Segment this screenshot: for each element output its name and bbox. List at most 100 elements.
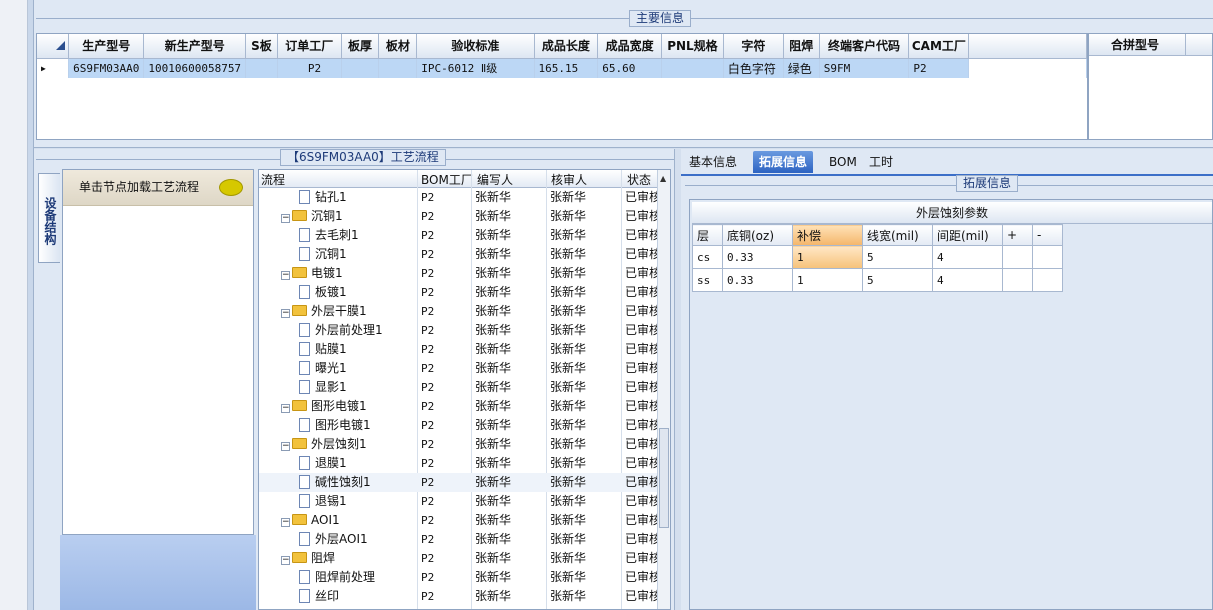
- etch-param-grid[interactable]: 层 底铜(oz) 补偿 线宽(mil) 间距(mil) + - cs 0.33 …: [692, 224, 1063, 292]
- tree-cell-status[interactable]: 已审核: [625, 473, 659, 492]
- tree-row[interactable]: − 外层干膜1 P2 张新华 张新华 已审核: [259, 302, 659, 321]
- column-header[interactable]: 合拼型号: [1089, 34, 1212, 56]
- column-header[interactable]: 状态: [627, 171, 651, 188]
- table-cell[interactable]: P2: [908, 58, 970, 78]
- tree-cell-reviewer[interactable]: 张新华: [550, 435, 620, 454]
- tree-cell-status[interactable]: 已审核: [625, 283, 659, 302]
- collapse-icon[interactable]: −: [281, 214, 290, 223]
- tree-cell-status[interactable]: 已审核: [625, 530, 659, 549]
- table-cell[interactable]: 0.33: [722, 245, 793, 269]
- tree-node[interactable]: 退锡1: [299, 492, 417, 511]
- table-cell[interactable]: [1002, 268, 1033, 292]
- tree-cell-reviewer[interactable]: 张新华: [550, 226, 620, 245]
- tree-cell-reviewer[interactable]: 张新华: [550, 416, 620, 435]
- tree-cell-reviewer[interactable]: 张新华: [550, 321, 620, 340]
- column-header[interactable]: 板材: [378, 34, 418, 59]
- tree-cell-bom[interactable]: P2: [421, 378, 471, 397]
- tree-cell-bom[interactable]: P2: [421, 530, 471, 549]
- tree-node[interactable]: 碱性蚀刻1: [299, 473, 417, 492]
- tree-row[interactable]: 外层AOI1 P2 张新华 张新华 已审核: [259, 530, 659, 549]
- tree-cell-bom[interactable]: P2: [421, 207, 471, 226]
- column-header[interactable]: 流程: [261, 171, 285, 188]
- tree-cell-reviewer[interactable]: 张新华: [550, 397, 620, 416]
- tree-cell-reviewer[interactable]: 张新华: [550, 264, 620, 283]
- tree-cell-status[interactable]: 已审核: [625, 435, 659, 454]
- tree-node[interactable]: 丝印: [299, 587, 417, 606]
- tree-cell-status[interactable]: 已审核: [625, 378, 659, 397]
- tree-cell-status[interactable]: 已审核: [625, 207, 659, 226]
- table-row[interactable]: ▶ 6S9FM03AA0 10010600058757 P2 IPC-6012 …: [37, 58, 1087, 78]
- tree-cell-bom[interactable]: P2: [421, 283, 471, 302]
- table-cell[interactable]: 5: [862, 268, 933, 292]
- tree-cell-status[interactable]: 已审核: [625, 321, 659, 340]
- tree-node[interactable]: 去毛刺1: [299, 226, 417, 245]
- tree-cell-writer[interactable]: 张新华: [475, 226, 545, 245]
- table-cell[interactable]: 4: [932, 245, 1003, 269]
- tree-cell-bom[interactable]: P2: [421, 226, 471, 245]
- tree-row[interactable]: 去毛刺1 P2 张新华 张新华 已审核: [259, 226, 659, 245]
- tree-cell-bom[interactable]: P2: [421, 568, 471, 587]
- tree-cell-writer[interactable]: 张新华: [475, 245, 545, 264]
- tree-cell-writer[interactable]: 张新华: [475, 264, 545, 283]
- tree-cell-writer[interactable]: 张新华: [475, 492, 545, 511]
- tree-cell-bom[interactable]: P2: [421, 549, 471, 568]
- column-header[interactable]: 线宽(mil): [862, 224, 933, 246]
- tree-row[interactable]: 显影1 P2 张新华 张新华 已审核: [259, 378, 659, 397]
- column-header[interactable]: 成品宽度: [597, 34, 663, 59]
- tree-cell-bom[interactable]: P2: [421, 435, 471, 454]
- column-header[interactable]: 字符: [723, 34, 784, 59]
- tree-row[interactable]: 退膜1 P2 张新华 张新华 已审核: [259, 454, 659, 473]
- table-cell[interactable]: 165.15: [534, 58, 599, 78]
- column-header[interactable]: S板: [245, 34, 278, 59]
- tree-row[interactable]: 碱性蚀刻1 P2 张新华 张新华 已审核: [259, 473, 659, 492]
- column-header[interactable]: 验收标准: [416, 34, 535, 59]
- tree-cell-writer[interactable]: 张新华: [475, 454, 545, 473]
- tree-cell-status[interactable]: 已审核: [625, 511, 659, 530]
- table-row[interactable]: cs 0.33 1 5 4: [692, 245, 1063, 269]
- table-cell[interactable]: 1: [792, 245, 863, 269]
- tab-extended-info[interactable]: 拓展信息: [753, 151, 814, 173]
- tree-cell-bom[interactable]: P2: [421, 397, 471, 416]
- tree-cell-writer[interactable]: 张新华: [475, 188, 545, 207]
- tree-cell-status[interactable]: 已审核: [625, 359, 659, 378]
- tree-row[interactable]: − 电镀1 P2 张新华 张新华 已审核: [259, 264, 659, 283]
- column-header[interactable]: CAM工厂: [908, 34, 970, 59]
- tree-row[interactable]: 阻焊前处理 P2 张新华 张新华 已审核: [259, 568, 659, 587]
- tree-cell-writer[interactable]: 张新华: [475, 435, 545, 454]
- column-header[interactable]: 成品长度: [534, 34, 599, 59]
- tree-cell-writer[interactable]: 张新华: [475, 473, 545, 492]
- tree-node[interactable]: − 外层蚀刻1: [281, 435, 417, 454]
- tree-node[interactable]: 沉铜1: [299, 245, 417, 264]
- table-cell[interactable]: 白色字符: [723, 58, 784, 78]
- tree-cell-bom[interactable]: P2: [421, 473, 471, 492]
- table-cell[interactable]: 6S9FM03AA0: [68, 58, 145, 78]
- tree-row[interactable]: − 外层蚀刻1 P2 张新华 张新华 已审核: [259, 435, 659, 454]
- column-header[interactable]: 新生产型号: [143, 34, 247, 59]
- tree-cell-writer[interactable]: 张新华: [475, 378, 545, 397]
- tree-cell-writer[interactable]: 张新华: [475, 321, 545, 340]
- tree-row[interactable]: 丝印 P2 张新华 张新华 已审核: [259, 587, 659, 606]
- tree-row[interactable]: 贴膜1 P2 张新华 张新华 已审核: [259, 340, 659, 359]
- tree-cell-status[interactable]: 已审核: [625, 245, 659, 264]
- tree-cell-writer[interactable]: 张新华: [475, 416, 545, 435]
- tree-cell-bom[interactable]: P2: [421, 302, 471, 321]
- tree-node[interactable]: − 图形电镀1: [281, 397, 417, 416]
- tree-node[interactable]: − 外层干膜1: [281, 302, 417, 321]
- tree-cell-status[interactable]: 已审核: [625, 226, 659, 245]
- tree-cell-bom[interactable]: P2: [421, 454, 471, 473]
- column-header[interactable]: 核审人: [551, 171, 587, 188]
- tree-cell-writer[interactable]: 张新华: [475, 283, 545, 302]
- column-header[interactable]: PNL规格: [661, 34, 724, 59]
- tree-node[interactable]: − 电镀1: [281, 264, 417, 283]
- grid-corner[interactable]: [37, 34, 70, 59]
- main-info-grid[interactable]: 生产型号 新生产型号 S板 订单工厂 板厚 板材 验收标准 成品长度 成品宽度 …: [36, 33, 1088, 140]
- load-process-header[interactable]: 单击节点加载工艺流程: [63, 170, 253, 206]
- table-cell[interactable]: [1032, 268, 1063, 292]
- tree-cell-writer[interactable]: 张新华: [475, 587, 545, 606]
- tree-cell-reviewer[interactable]: 张新华: [550, 188, 620, 207]
- table-cell[interactable]: S9FM: [819, 58, 910, 78]
- load-process-panel[interactable]: 单击节点加载工艺流程: [62, 169, 254, 535]
- column-header[interactable]: 阻焊: [783, 34, 820, 59]
- tree-cell-bom[interactable]: P2: [421, 321, 471, 340]
- table-cell[interactable]: [661, 58, 724, 78]
